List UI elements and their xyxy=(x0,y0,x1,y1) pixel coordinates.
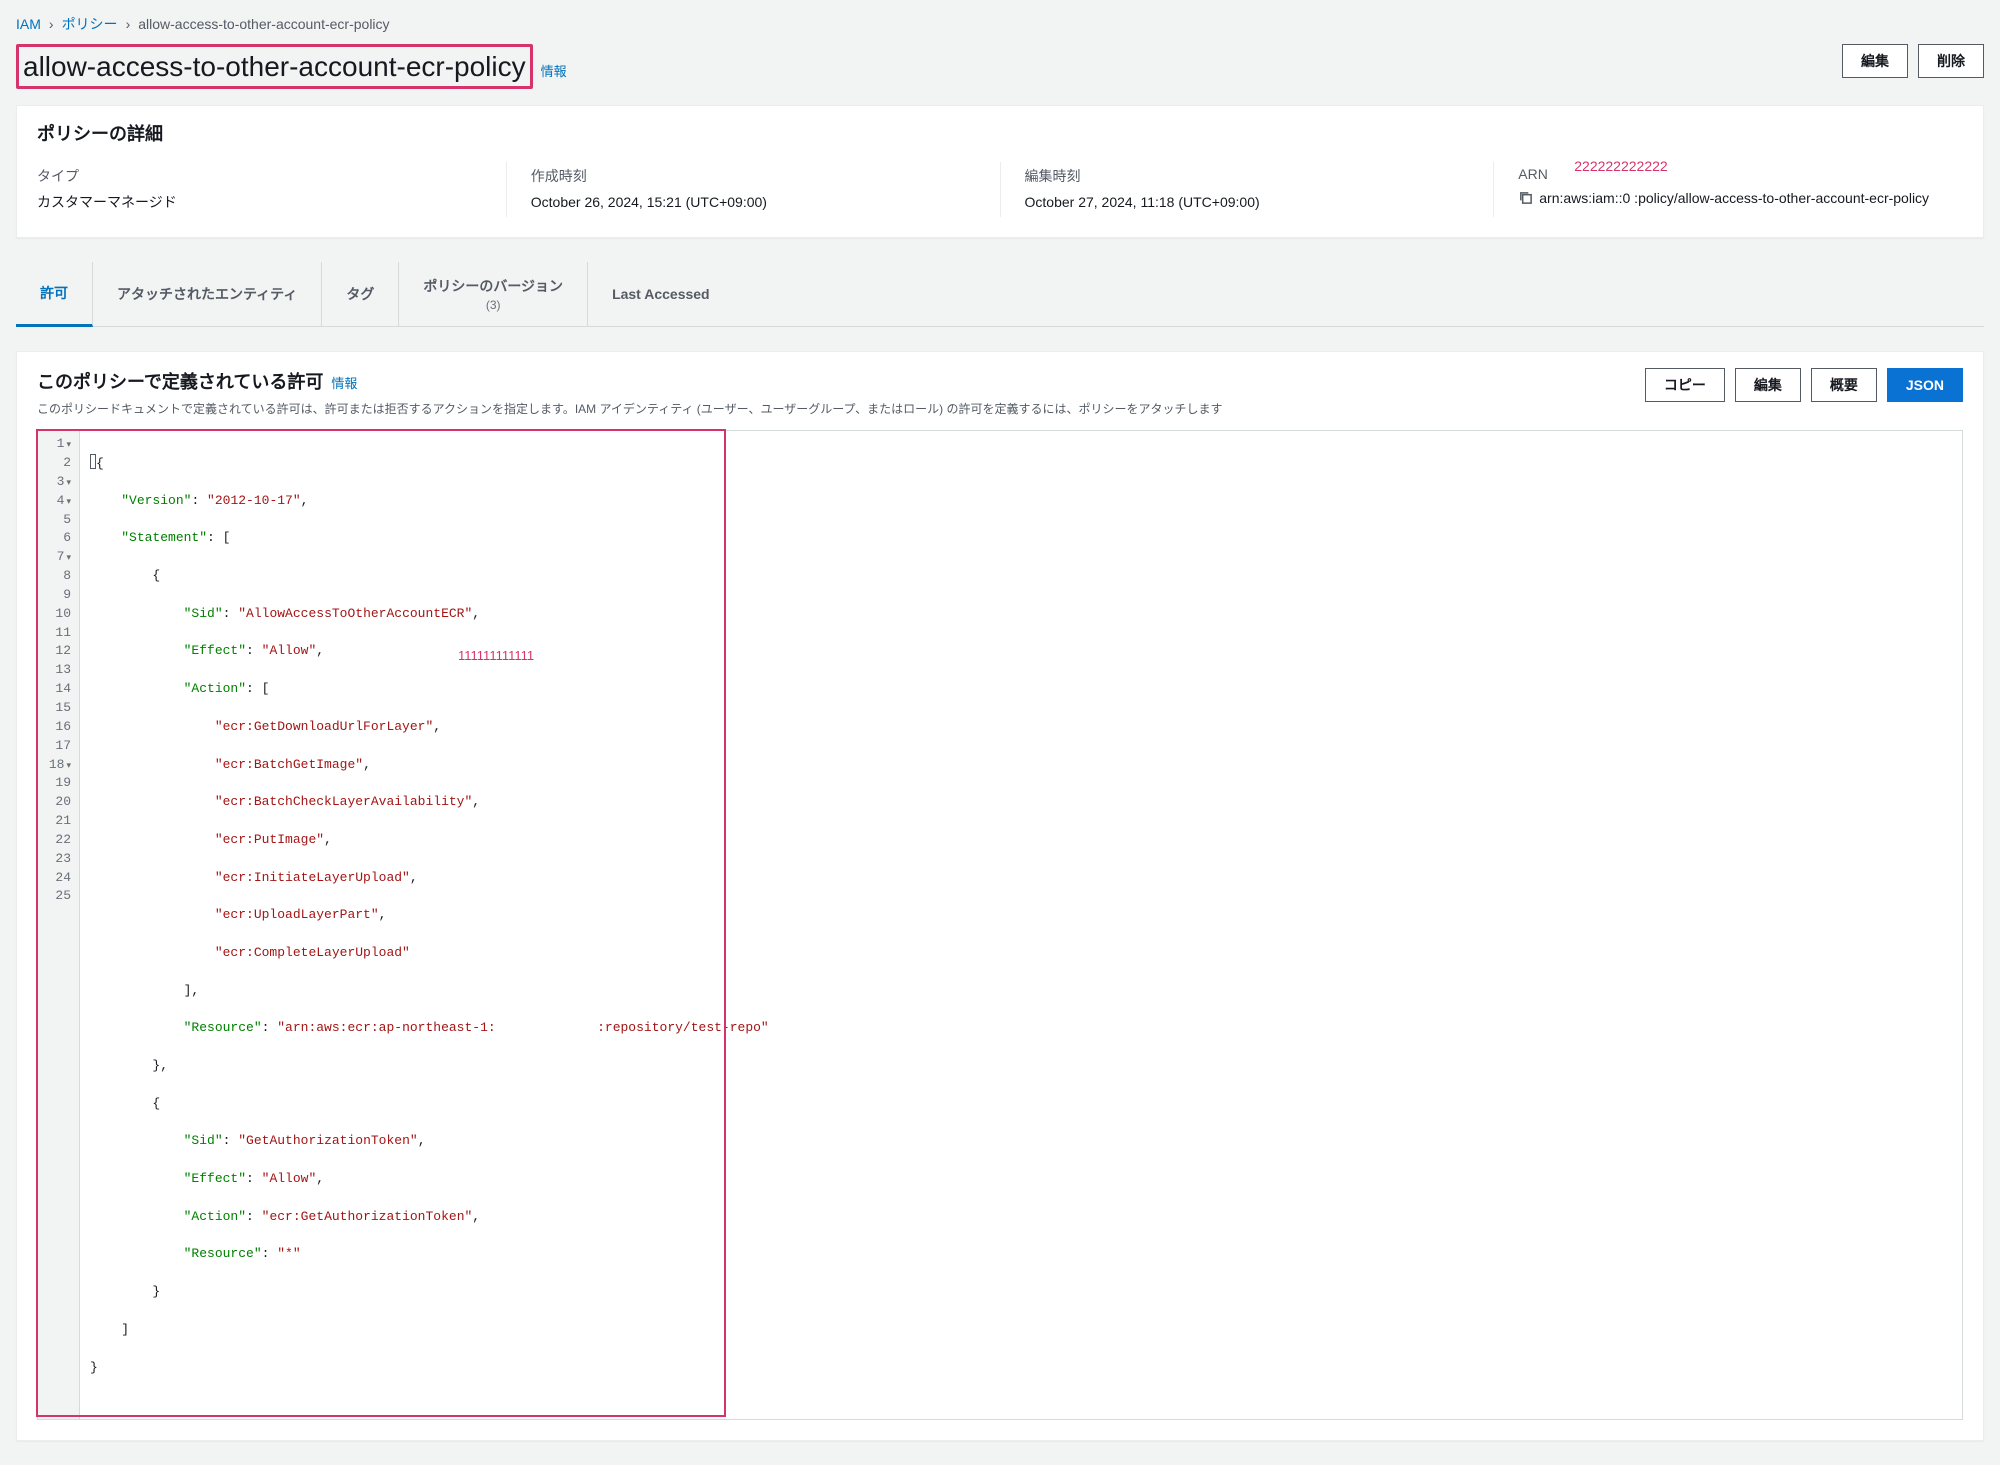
permissions-panel: このポリシーで定義されている許可 情報 このポリシードキュメントで定義されている… xyxy=(16,351,1984,1441)
arn-value: arn:aws:iam::0 :policy/allow-access-to-o… xyxy=(1539,188,1929,209)
breadcrumb-iam[interactable]: IAM xyxy=(16,16,41,32)
permissions-description: このポリシードキュメントで定義されている許可は、許可または拒否するアクションを指… xyxy=(37,400,1222,418)
copy-button[interactable]: コピー xyxy=(1645,368,1725,402)
edited-label: 編集時刻 xyxy=(1025,166,1470,186)
chevron-right-icon: › xyxy=(126,16,131,32)
policy-details-panel: ポリシーの詳細 タイプ カスタマーマネージド 作成時刻 October 26, … xyxy=(16,105,1984,238)
type-value: カスタマーマネージド xyxy=(37,192,482,213)
arn-annotation: 222222222222 xyxy=(1574,158,1667,174)
page-title: allow-access-to-other-account-ecr-policy xyxy=(16,44,533,89)
tab-attached-entities[interactable]: アタッチされたエンティティ xyxy=(93,262,322,326)
copy-icon[interactable] xyxy=(1518,190,1533,205)
permissions-info-link[interactable]: 情報 xyxy=(331,373,357,392)
info-link[interactable]: 情報 xyxy=(541,61,567,80)
code-area[interactable]: { "Version": "2012-10-17", "Statement": … xyxy=(80,431,1962,1419)
edit-button[interactable]: 編集 xyxy=(1842,44,1908,78)
chevron-right-icon: › xyxy=(49,16,54,32)
breadcrumb-policies[interactable]: ポリシー xyxy=(62,14,118,34)
breadcrumb-current: allow-access-to-other-account-ecr-policy xyxy=(138,16,389,32)
tab-versions[interactable]: ポリシーのバージョン (3) xyxy=(399,262,588,326)
tab-last-accessed[interactable]: Last Accessed xyxy=(588,262,734,326)
tab-versions-count: (3) xyxy=(486,298,501,312)
tab-permissions[interactable]: 許可 xyxy=(16,262,93,327)
created-label: 作成時刻 xyxy=(531,166,976,186)
tab-versions-label: ポリシーのバージョン xyxy=(423,276,563,296)
summary-button[interactable]: 概要 xyxy=(1811,368,1877,402)
permissions-title: このポリシーで定義されている許可 xyxy=(37,368,323,394)
type-label: タイプ xyxy=(37,166,482,186)
created-value: October 26, 2024, 15:21 (UTC+09:00) xyxy=(531,192,976,213)
line-gutter: 1 2 3 4 5 6 7 8 9 10 11 12 13 14 15 16 1… xyxy=(38,431,80,1419)
json-editor[interactable]: 111111111111 1 2 3 4 5 6 7 8 9 10 11 12 … xyxy=(37,430,1963,1420)
tab-last-accessed-label: Last Accessed xyxy=(612,286,710,302)
delete-button[interactable]: 削除 xyxy=(1918,44,1984,78)
edited-value: October 27, 2024, 11:18 (UTC+09:00) xyxy=(1025,192,1470,213)
edit-json-button[interactable]: 編集 xyxy=(1735,368,1801,402)
policy-details-title: ポリシーの詳細 xyxy=(17,106,1983,146)
json-annotation: 111111111111 xyxy=(458,647,534,666)
tab-attached-label: アタッチされたエンティティ xyxy=(117,284,297,304)
tab-permissions-label: 許可 xyxy=(40,283,68,303)
tabs: 許可 アタッチされたエンティティ タグ ポリシーのバージョン (3) Last … xyxy=(16,262,1984,327)
tab-tags-label: タグ xyxy=(346,284,374,304)
breadcrumb: IAM › ポリシー › allow-access-to-other-accou… xyxy=(16,10,1984,44)
tab-tags[interactable]: タグ xyxy=(322,262,399,326)
json-button[interactable]: JSON xyxy=(1887,368,1963,402)
